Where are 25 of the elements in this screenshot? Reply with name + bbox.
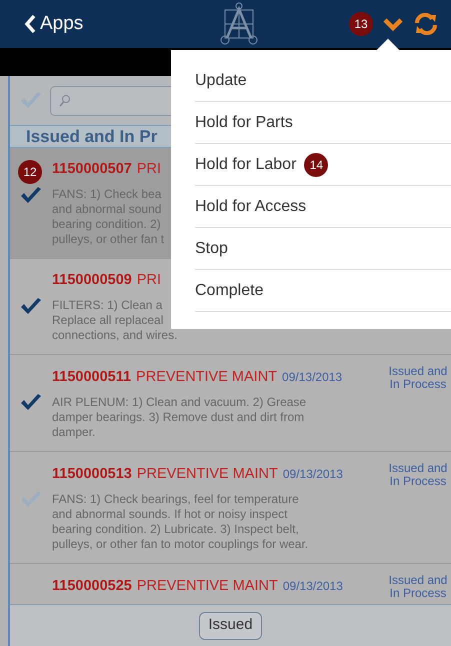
order-description: Replace all replaceal [52, 313, 164, 328]
order-status: Issued and In Process [388, 365, 448, 391]
order-status: Issued and In Process [388, 462, 448, 488]
section-title: Issued and In Pr [26, 128, 158, 145]
order-date: 09/13/2013 [282, 578, 343, 595]
order-type: PREVENTIVE MAINT [136, 466, 278, 483]
order-number: 1150000513 [52, 466, 132, 483]
order-description: FANS: 1) Check bearings, feel for temperature and abnormal sounds. If hot or noisy inspect bearing condition. 2) Lubricate. 3) Inspect belt, pulleys, or other fan to motor couplings for wear. [52, 492, 310, 552]
order-number: 1150000525 [52, 578, 132, 595]
order-date: 09/13/2013 [282, 369, 342, 386]
tutorial-badge: 12 [18, 160, 42, 184]
order-number: 1150000507 [52, 161, 132, 178]
tutorial-badge: 13 [349, 12, 373, 36]
tutorial-badge: 14 [304, 152, 328, 176]
order-description: AIR PLENUM: 1) Clean and vacuum. 2) Grease damper bearings. 3) Remove dust and dirt from damper. [52, 395, 308, 440]
order-description: connections, and wires. [52, 328, 178, 343]
order-type: PRI [136, 161, 162, 178]
order-number: 1150000509 [52, 272, 132, 289]
order-type: PRI [136, 272, 162, 289]
order-type: PREVENTIVE MAINT [136, 578, 278, 595]
order-description: FILTERS: 1) Clean a [52, 298, 162, 313]
order-status: Issued and In Process [388, 574, 448, 600]
order-number: 1150000511 [52, 369, 132, 386]
order-date: 09/13/2013 [282, 466, 343, 483]
order-type: PREVENTIVE MAINT [136, 369, 278, 386]
